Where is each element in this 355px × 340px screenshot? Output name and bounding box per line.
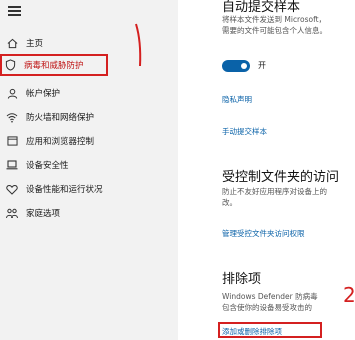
annotation-number-text: 2 [343, 283, 355, 306]
privacy-statement-link[interactable]: 隐私声明 [222, 94, 252, 105]
sidebar-item-label: 帐户保护 [26, 89, 61, 99]
sample-submission-description: 将样本文件发送到 Microsoft， 需要的文件可能包含个人信息。 [222, 15, 327, 35]
annotation-number-2: 2 [343, 283, 355, 306]
person-icon [6, 87, 18, 99]
sidebar: 主页 病毒和威胁防护 帐户保护 防火墙和网络保护 应用和浏览器控制 设备安全性 [0, 0, 178, 340]
family-icon [6, 207, 18, 219]
manage-controlled-folder-link[interactable]: 管理受控文件夹访问权限 [222, 228, 305, 239]
sidebar-item-device-performance[interactable]: 设备性能和运行状况 [4, 180, 174, 198]
exclusions-description: Windows Defender 防病毒 包含使你的设备易受攻击的 [222, 292, 318, 312]
sidebar-item-firewall[interactable]: 防火墙和网络保护 [4, 108, 174, 126]
manual-submit-sample-link[interactable]: 手动提交样本 [222, 126, 267, 137]
heart-icon [6, 183, 18, 195]
toggle-knob [241, 63, 247, 69]
annotation-highlight-box [218, 322, 322, 338]
hamburger-menu-icon[interactable] [8, 6, 21, 16]
sidebar-item-virus-protection[interactable]: 病毒和威胁防护 [0, 54, 108, 76]
app-window-icon [6, 135, 18, 147]
controlled-folder-description: 防止不友好应用程序对设备上的 改。 [222, 187, 327, 207]
home-icon [6, 37, 18, 49]
main-content: 自动提交样本 将样本文件发送到 Microsoft， 需要的文件可能包含个人信息… [178, 0, 355, 340]
annotation-stroke [135, 23, 142, 67]
sidebar-item-device-security[interactable]: 设备安全性 [4, 156, 174, 174]
toggle-state-label: 开 [258, 61, 266, 70]
laptop-icon [6, 159, 18, 171]
section-title-exclusions: 排除项 [222, 272, 262, 287]
section-title-sample-submission: 自动提交样本 [222, 0, 301, 15]
sidebar-item-label: 主页 [26, 39, 44, 49]
sample-submission-toggle[interactable] [222, 60, 250, 72]
sidebar-item-label: 防火墙和网络保护 [26, 113, 95, 123]
sidebar-item-label: 应用和浏览器控制 [26, 137, 95, 147]
wifi-icon [6, 111, 18, 123]
sidebar-item-home[interactable]: 主页 [4, 34, 174, 52]
sidebar-item-label: 设备性能和运行状况 [26, 185, 103, 195]
sidebar-item-app-browser-control[interactable]: 应用和浏览器控制 [4, 132, 174, 150]
sidebar-item-label: 家庭选项 [26, 209, 61, 219]
sidebar-item-label: 设备安全性 [26, 161, 69, 171]
sidebar-item-label: 病毒和威胁防护 [24, 61, 84, 71]
sidebar-item-family-options[interactable]: 家庭选项 [4, 204, 174, 222]
section-title-controlled-folder-access: 受控制文件夹的访问 [222, 170, 340, 185]
shield-icon [4, 59, 16, 71]
sidebar-item-account-protection[interactable]: 帐户保护 [4, 84, 174, 102]
